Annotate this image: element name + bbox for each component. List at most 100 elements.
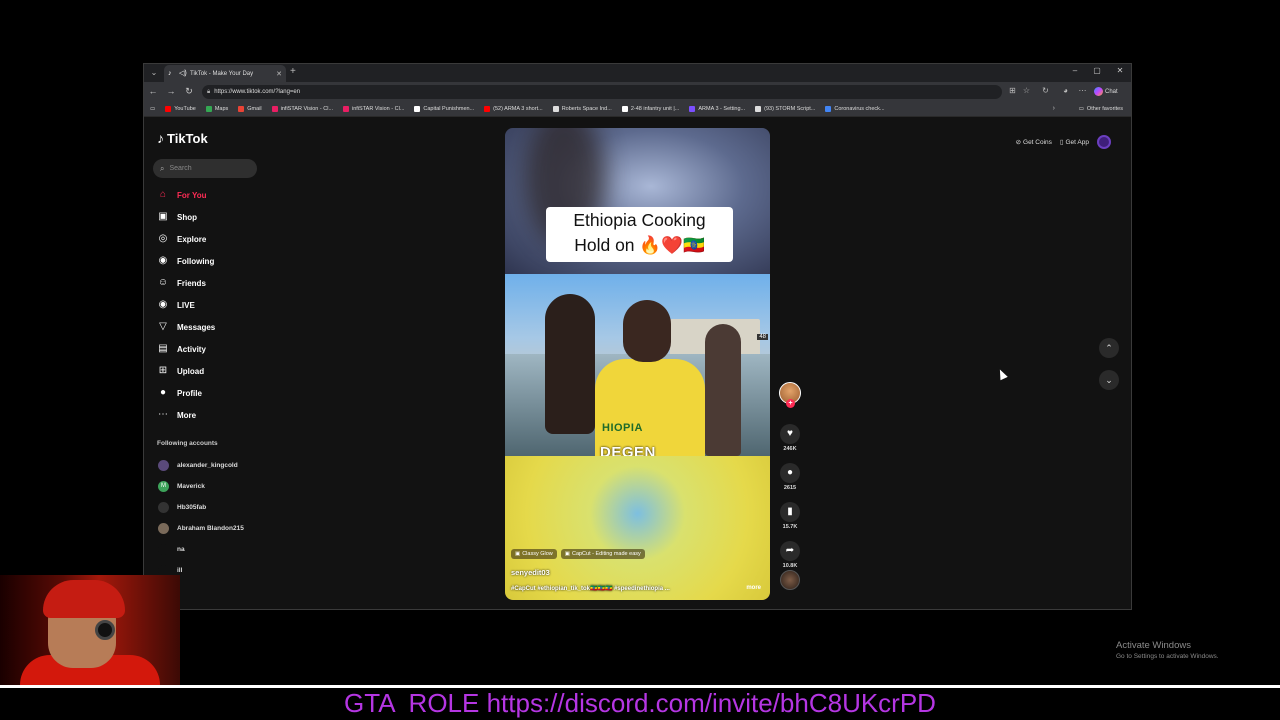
top-right-actions: ⊘ Get Coins ▯ Get App	[1016, 135, 1111, 149]
bookmark-item[interactable]: YouTube	[165, 106, 196, 112]
capcut-tag[interactable]: ▣ CapCut - Editing made easy	[560, 549, 645, 559]
video-caption-box: Ethiopia Cooking Hold on 🔥❤️🇪🇹	[546, 207, 733, 262]
following-account[interactable]: na	[158, 539, 278, 560]
effect-tag[interactable]: ▣ Classy Glow	[511, 549, 557, 559]
favorite-star-icon[interactable]: ☆	[1021, 86, 1032, 95]
bookmarks-overflow-icon[interactable]: ›	[1053, 105, 1055, 112]
video-middle-frame: HIOPIA DEGEN 48	[505, 274, 770, 456]
nav-item-messages[interactable]: ▽ Messages	[156, 316, 276, 338]
more-link[interactable]: more	[746, 585, 761, 591]
bookmark-item[interactable]: Coronavirus check...	[825, 106, 885, 112]
video-badge: 48	[757, 334, 768, 340]
bookmark-item[interactable]: Maps	[205, 106, 228, 112]
forward-icon[interactable]: →	[165, 86, 177, 96]
back-icon[interactable]: ←	[147, 86, 159, 96]
user-avatar[interactable]	[1097, 135, 1111, 149]
bookmarks-bar: ▭ YouTube Maps Gmail infiSTAR Vision - C…	[144, 102, 1131, 117]
profile-avatar-icon[interactable]: ◕	[1060, 86, 1071, 95]
nav-item-explore[interactable]: ◎ Explore	[156, 228, 276, 250]
scroll-up-icon[interactable]: ⌃	[1099, 338, 1119, 358]
caption-line-1: Ethiopia Cooking	[573, 210, 706, 230]
home-icon: ⌂	[159, 189, 167, 200]
bookmark-label: infiSTAR Vision - Cl...	[280, 106, 334, 112]
logo-text: TikTok	[167, 130, 208, 146]
bookmark-item[interactable]: Gmail	[238, 106, 262, 112]
search-input[interactable]	[169, 165, 250, 172]
headset-icon	[95, 620, 115, 640]
bookmark-manager-icon[interactable]: ▭	[150, 106, 155, 112]
bookmark-item[interactable]: (93) STORM Script...	[755, 106, 815, 112]
minimize-icon[interactable]: –	[1069, 66, 1081, 75]
account-avatar	[158, 502, 169, 513]
bookmark-label: Roberts Space Ind...	[561, 106, 612, 112]
nav-item-profile[interactable]: ● Profile	[156, 382, 276, 404]
audio-icon[interactable]: ◁)	[179, 70, 187, 78]
video-bottom-frame	[505, 456, 770, 600]
nav-label: LIVE	[177, 300, 195, 310]
following-account[interactable]: alexander_kingcold	[158, 455, 278, 476]
nav-item-following[interactable]: ◉ Following	[156, 250, 276, 272]
webcam-cap	[43, 580, 125, 618]
following-account[interactable]: Hb305fab	[158, 497, 278, 518]
other-favorites[interactable]: ▭ Other favorites	[1079, 106, 1123, 112]
close-window-icon[interactable]: ✕	[1114, 66, 1126, 75]
nav-label: Profile	[177, 388, 202, 398]
tab-tiktok[interactable]: ♪ ◁) TikTok - Make Your Day ✕	[164, 65, 286, 82]
close-tab-icon[interactable]: ✕	[276, 70, 282, 78]
scroll-down-icon[interactable]: ⌄	[1099, 370, 1119, 390]
search-box[interactable]: ⌕	[153, 159, 257, 178]
reload-icon[interactable]: ↻	[183, 86, 195, 97]
like-button[interactable]: ♥ 246K	[777, 424, 803, 452]
following-account[interactable]: M Maverick	[158, 476, 278, 497]
new-tab-icon[interactable]: +	[290, 66, 296, 77]
get-app-button[interactable]: ▯ Get App	[1060, 138, 1089, 147]
bookmark-label: (52) ARMA 3 short...	[493, 106, 543, 112]
account-name: ill	[177, 567, 183, 574]
music-disc[interactable]	[780, 570, 800, 590]
video-player[interactable]: Ethiopia Cooking Hold on 🔥❤️🇪🇹 HIOPIA DE…	[505, 128, 770, 600]
copilot-chat-button[interactable]: Chat	[1094, 85, 1118, 98]
upload-icon: ⊞	[158, 365, 168, 376]
bookmark-label: Gmail	[247, 106, 262, 112]
person-left	[545, 294, 595, 434]
nav-item-upload[interactable]: ⊞ Upload	[156, 360, 276, 382]
nav-item-activity[interactable]: ▤ Activity	[156, 338, 276, 360]
bookmark-item[interactable]: infiSTAR Vision - Cl...	[343, 106, 404, 112]
url-field[interactable]: 🔒︎ https://www.tiktok.com/?lang=en	[202, 85, 1002, 99]
bookmark-item[interactable]: ARMA 3 - Setting...	[689, 106, 745, 112]
menu-dots-icon[interactable]: ⋯	[1077, 86, 1088, 95]
tiktok-logo[interactable]: ♪ TikTok	[157, 130, 208, 146]
bookmark-item[interactable]: infiSTAR Vision - Cl...	[271, 106, 334, 112]
bookmark-item[interactable]: (52) ARMA 3 short...	[484, 106, 543, 112]
account-name: alexander_kingcold	[177, 462, 238, 469]
maximize-icon[interactable]: ▢	[1091, 66, 1103, 75]
nav-label: More	[177, 410, 197, 420]
bookmark-item[interactable]: Capital Punishmen...	[414, 106, 474, 112]
nav-item-shop[interactable]: ▣ Shop	[156, 206, 276, 228]
account-avatar	[158, 544, 169, 555]
share-button[interactable]: ➦ 10.8K	[777, 541, 803, 569]
activity-icon: ▤	[158, 343, 168, 354]
lock-icon[interactable]: 🔒︎	[207, 89, 210, 96]
follow-plus-icon[interactable]: +	[786, 399, 795, 408]
nav-item-for-you[interactable]: ⌂ For You	[156, 184, 276, 206]
apps-icon[interactable]: ⊞	[1007, 86, 1018, 95]
save-button[interactable]: ▮ 15.7K	[777, 502, 803, 530]
get-coins-button[interactable]: ⊘ Get Coins	[1016, 138, 1052, 147]
nav-label: Shop	[177, 212, 197, 222]
video-author[interactable]: senyedit03	[511, 568, 550, 577]
refresh-ext-icon[interactable]: ↻	[1040, 86, 1051, 95]
bookmark-item[interactable]: Roberts Space Ind...	[552, 106, 612, 112]
comment-button[interactable]: ● 2615	[777, 463, 803, 491]
nav-item-more[interactable]: ⋯ More	[156, 404, 276, 426]
nav-label: For You	[177, 190, 207, 200]
bookmark-item[interactable]: 2-48 infantry unit |...	[621, 106, 679, 112]
effect-tag-label: Classy Glow	[522, 551, 553, 557]
tab-list-icon[interactable]: ⌄	[148, 67, 160, 79]
bookmark-favicon-icon	[238, 106, 245, 112]
nav-item-live[interactable]: ◉ LIVE	[156, 294, 276, 316]
following-account[interactable]: Abraham Blandon215	[158, 518, 278, 539]
shirt-text: HIOPIA	[602, 422, 643, 434]
nav-item-friends[interactable]: ☺ Friends	[156, 272, 276, 294]
yellow-shirt	[595, 359, 705, 456]
